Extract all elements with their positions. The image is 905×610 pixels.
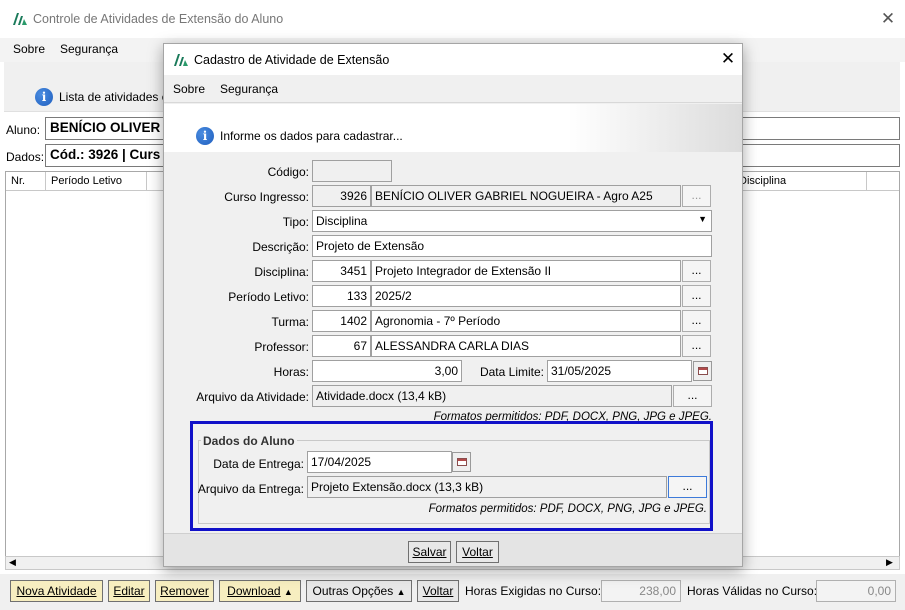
grid-header-nr[interactable]: Nr. [6,172,46,191]
periodo-lookup-button[interactable]: ... [682,285,711,307]
menu-seguranca[interactable]: Segurança [60,42,118,56]
periodo-name-input[interactable]: 2025/2 [371,285,681,307]
scroll-right-arrow-icon[interactable]: ▶ [886,557,893,568]
data-limite-label: Data Limite: [479,365,544,379]
chevron-down-icon: ▼ [698,214,707,224]
menu-seguranca-label: Segurança [60,42,119,56]
horas-input[interactable]: 3,00 [312,360,462,382]
professor-name-input[interactable]: ALESSANDRA CARLA DIAS [371,335,681,357]
turma-lookup-button[interactable]: ... [682,310,711,332]
data-limite-calendar-icon[interactable] [693,361,712,381]
editar-button[interactable]: Editar [108,580,150,602]
app-logo-icon [13,13,27,25]
voltar-main-label: Voltar [422,584,454,598]
disciplina-name-input[interactable]: Projeto Integrador de Extensão II [371,260,681,282]
dialog-menu-seguranca[interactable]: Segurança [220,82,278,96]
horas-validas-label: Horas Válidas no Curso: [687,584,818,598]
grid-header-extra[interactable] [867,172,899,191]
voltar-dialog-label: Voltar [462,545,493,559]
arquivo-atividade-browse-button[interactable]: ... [673,385,712,407]
remover-button[interactable]: Remover [155,580,214,602]
dialog-logo-icon [174,54,188,66]
tipo-select[interactable]: Disciplina ▼ [312,210,712,232]
disciplina-code-input[interactable]: 3451 [312,260,371,282]
descricao-input[interactable]: Projeto de Extensão [312,235,712,257]
nova-atividade-button[interactable]: Nova Atividade [10,580,103,602]
professor-lookup-button[interactable]: ... [682,335,711,357]
dialog-info-text: Informe os dados para cadastrar... [220,129,403,143]
dialog-title: Cadastro de Atividade de Extensão [194,53,390,67]
outras-opcoes-button[interactable]: Outras Opções ▲ [306,580,412,602]
scroll-left-arrow-icon[interactable]: ◀ [9,557,16,568]
menu-sobre-label: Sobre [13,42,46,56]
remover-label: Remover [160,584,209,598]
arquivo-atividade-input[interactable]: Atividade.docx (13,4 kB) [312,385,672,407]
info-icon: i [35,88,53,106]
editar-label: Editar [113,584,145,598]
tipo-label: Tipo: [282,215,309,229]
turma-name-input[interactable]: Agronomia - 7º Período [371,310,681,332]
periodo-code-input[interactable]: 133 [312,285,371,307]
arquivo-atividade-label: Arquivo da Atividade: [196,390,309,404]
data-limite-input[interactable]: 31/05/2025 [547,360,692,382]
aluno-label: Aluno: [6,123,41,137]
main-info-text: Lista de atividades c [59,90,168,104]
caret-up-icon: ▲ [283,587,293,597]
download-button[interactable]: Download ▲ [219,580,301,602]
dialog-menu-seguranca-label: Segurança [220,82,279,96]
dialog-menu-sobre[interactable]: Sobre [173,82,205,96]
main-close-icon[interactable]: ✕ [878,9,898,29]
disciplina-lookup-button[interactable]: ... [682,260,711,282]
grid-header-disciplina[interactable]: Disciplina [734,172,867,191]
codigo-label: Código: [267,165,309,179]
dados-label: Dados: [6,150,45,164]
turma-code-input[interactable]: 1402 [312,310,371,332]
dialog-footer [164,533,742,566]
professor-code-input[interactable]: 67 [312,335,371,357]
disciplina-label: Disciplina: [254,265,309,279]
horas-validas-value: 0,00 [816,580,896,602]
cadastro-dialog: Cadastro de Atividade de Extensão ✕ Sobr… [163,43,743,567]
horas-exigidas-value: 238,00 [601,580,681,602]
outras-opcoes-label: Outras Opções [312,584,394,598]
voltar-dialog-button[interactable]: Voltar [456,541,499,563]
curso-code-input[interactable]: 3926 [312,185,371,207]
dialog-info-band [164,104,742,152]
nova-atividade-label: Nova Atividade [16,584,97,598]
turma-label: Turma: [271,315,309,329]
curso-ingresso-label: Curso Ingresso: [224,190,309,204]
salvar-button[interactable]: Salvar [408,541,451,563]
caret-up-icon: ▲ [396,587,406,597]
curso-lookup-button[interactable]: ... [682,185,711,207]
dialog-menu-sobre-label: Sobre [173,82,206,96]
grid-header-periodo[interactable]: Período Letivo [46,172,147,191]
voltar-main-button[interactable]: Voltar [417,580,459,602]
descricao-label: Descrição: [252,240,309,254]
tipo-select-value: Disciplina [316,214,368,228]
download-label: Download [227,584,281,598]
main-toolbar: Nova Atividade Editar Remover Download ▲… [0,574,905,610]
dialog-menubar: Sobre Segurança [164,75,742,103]
professor-label: Professor: [254,340,309,354]
codigo-input[interactable] [312,160,392,182]
horas-exigidas-label: Horas Exigidas no Curso: [465,584,602,598]
dialog-close-icon[interactable]: ✕ [718,49,738,69]
horas-label: Horas: [273,365,309,379]
dados-aluno-highlight [190,421,713,531]
periodo-label: Período Letivo: [228,290,309,304]
salvar-label: Salvar [412,545,447,559]
main-window-title: Controle de Atividades de Extensão do Al… [33,12,284,26]
dialog-info-icon: i [196,127,214,145]
curso-name-input[interactable]: BENÍCIO OLIVER GABRIEL NOGUEIRA - Agro A… [371,185,681,207]
menu-sobre[interactable]: Sobre [13,42,45,56]
